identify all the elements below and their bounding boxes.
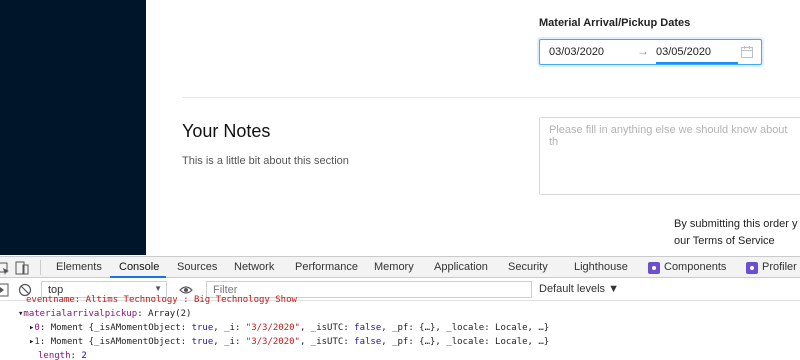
tab-application[interactable]: Application	[434, 261, 488, 273]
tab-components[interactable]: Components	[664, 261, 726, 273]
tab-lighthouse[interactable]: Lighthouse	[574, 261, 628, 273]
dark-sidebar	[0, 0, 146, 255]
tab-memory[interactable]: Memory	[374, 261, 414, 273]
range-start-input[interactable]: 03/03/2020	[549, 46, 604, 58]
console-length-line: length: 2	[38, 351, 87, 360]
dates-label: Material Arrival/Pickup Dates	[539, 17, 691, 29]
calendar-icon[interactable]	[740, 45, 754, 59]
range-arrow-icon: →	[637, 44, 649, 58]
tab-performance[interactable]: Performance	[295, 261, 358, 273]
console-sidebar-icon[interactable]	[0, 283, 9, 297]
terms-of-service-link[interactable]: our Terms of Service	[674, 235, 775, 247]
active-tab-indicator	[110, 276, 166, 278]
console-line-truncated: eventname: Altims Technology : Big Techn…	[26, 295, 297, 305]
range-end-input[interactable]: 03/05/2020	[656, 46, 711, 58]
devtools-tab-bar: Elements Console Sources Network Perform…	[0, 256, 800, 278]
notes-description: This is a little bit about this section	[182, 155, 349, 167]
tab-elements[interactable]: Elements	[56, 261, 102, 273]
react-components-icon	[648, 262, 660, 274]
console-item-0[interactable]: ▸0: Moment {_isAMomentObject: true, _i: …	[29, 323, 549, 333]
tab-console[interactable]: Console	[119, 261, 159, 273]
submit-terms-text: By submitting this order y	[674, 218, 798, 230]
inspect-element-icon[interactable]	[0, 261, 10, 275]
date-range-picker[interactable]: 03/03/2020 → 03/05/2020	[539, 39, 762, 65]
section-divider	[182, 97, 800, 98]
notes-textarea[interactable]	[539, 117, 800, 195]
tab-security[interactable]: Security	[508, 261, 548, 273]
dropdown-arrow-icon: ▼	[154, 284, 162, 293]
tab-network[interactable]: Network	[234, 261, 274, 273]
console-item-1[interactable]: ▸1: Moment {_isAMomentObject: true, _i: …	[29, 337, 549, 347]
toolbar-separator	[40, 260, 41, 275]
react-profiler-icon	[746, 262, 758, 274]
notes-title: Your Notes	[182, 121, 271, 141]
log-levels-dropdown[interactable]: Default levels ▼	[539, 283, 619, 295]
console-output: eventname: Altims Technology : Big Techn…	[0, 295, 800, 360]
device-toolbar-icon[interactable]	[15, 261, 29, 275]
console-array-line[interactable]: ▾materialarrivalpickup: Array(2)	[18, 309, 191, 319]
active-range-indicator	[656, 62, 738, 64]
tab-profiler[interactable]: Profiler	[762, 261, 797, 273]
tab-sources[interactable]: Sources	[177, 261, 217, 273]
